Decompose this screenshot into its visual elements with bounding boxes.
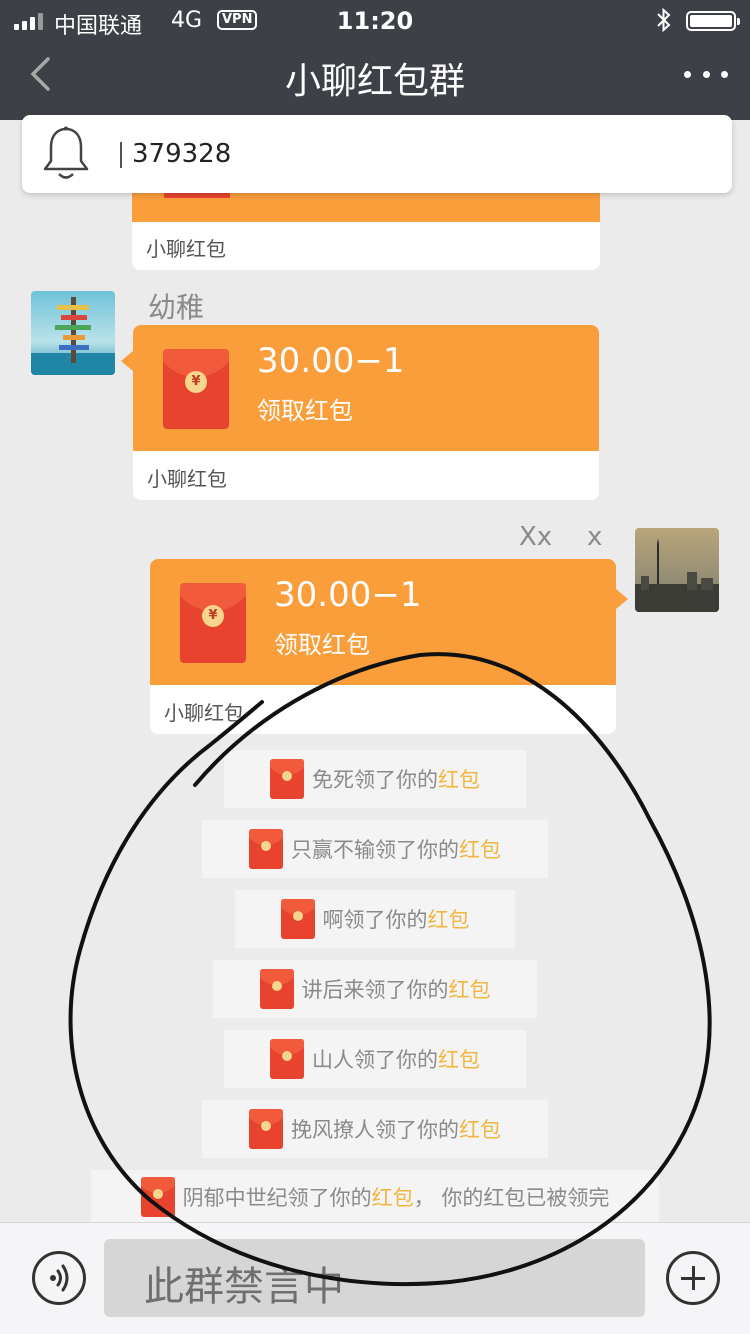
red-envelope-icon: ¥ (163, 349, 229, 429)
red-packet-amount: 30.00−1 (274, 575, 422, 615)
input-bar: 此群禁言中 (0, 1222, 750, 1334)
sender-name-suffix: x (587, 522, 603, 552)
avatar[interactable] (635, 528, 719, 612)
red-packet-link[interactable]: 红包 (438, 1044, 480, 1074)
red-packet-link[interactable]: 红包 (459, 834, 501, 864)
status-bar: 中国联通 4G VPN 11:20 (0, 0, 750, 40)
system-notice: 挽风撩人 领了你的 红包 (202, 1100, 548, 1158)
system-notice: 啊领了你的 红包 (235, 890, 515, 948)
muted-text: 此群禁言中 (144, 1264, 344, 1310)
red-packet-claim-label: 领取红包 (257, 397, 353, 425)
notice-separator (120, 142, 122, 168)
red-packet-footer: 小聊红包 (146, 237, 226, 261)
notice-bar[interactable]: 379328 (22, 115, 732, 193)
page-title: 小聊红包群 (284, 61, 465, 102)
red-packet-card[interactable]: ¥ 30.00−1 领取红包 小聊红包 (150, 559, 628, 734)
red-packet-link[interactable]: 红包 (449, 974, 491, 1004)
red-packet-link[interactable]: 红包 (459, 1114, 501, 1144)
sender-name: Xx (519, 522, 553, 552)
notice-text: 379328 (132, 139, 232, 169)
red-envelope-icon (270, 1039, 304, 1079)
plus-icon[interactable] (666, 1251, 720, 1305)
red-envelope-icon (140, 1177, 175, 1217)
red-envelope-icon (280, 899, 315, 939)
sender-name: 幼稚 (148, 291, 205, 324)
system-notice: 阴郁中世纪 领了你的 红包， 你的红包已被领完 (91, 1170, 659, 1222)
voice-icon (50, 1264, 69, 1292)
avatar-image (635, 528, 719, 612)
system-notice: 讲后来 领了你的 红包 (213, 960, 537, 1018)
status-time: 11:20 (336, 7, 414, 35)
red-packet-link[interactable]: 红包 (438, 764, 480, 794)
system-notice: 只赢不输 领了你的 红包 (202, 820, 548, 878)
red-envelope-icon (259, 969, 294, 1009)
battery-icon (686, 11, 740, 31)
red-packet-card[interactable]: ¥ 30.00−1 领取红包 小聊红包 (121, 325, 599, 500)
red-packet-footer: 小聊红包 (147, 467, 227, 491)
red-envelope-icon (270, 759, 304, 799)
more-dots-icon (684, 70, 691, 78)
red-packet-claim-label: 领取红包 (274, 631, 370, 659)
red-packet-link[interactable]: 红包 (372, 1182, 414, 1212)
red-envelope-icon (249, 829, 283, 869)
avatar[interactable] (31, 291, 115, 375)
voice-button[interactable] (32, 1251, 86, 1305)
system-notice: 山人 领了你的 红包 (224, 1030, 526, 1088)
red-packet-link[interactable]: 红包 (428, 904, 470, 934)
bell-icon (43, 126, 89, 179)
chat-area[interactable]: 小聊红包 幼稚 ¥ 30.00−1 领取红包 小聊红包 Xx x ¥ 30.00… (0, 120, 750, 1222)
red-packet-amount: 30.00−1 (257, 341, 405, 381)
bluetooth-icon (656, 7, 672, 39)
red-envelope-icon: ¥ (180, 583, 246, 663)
top-bar: 中国联通 4G VPN 11:20 小聊红包群 (0, 0, 750, 120)
muted-input: 此群禁言中 (104, 1239, 645, 1317)
red-packet-footer: 小聊红包 (164, 701, 244, 725)
system-notice: 免死 领了你的 红包 (224, 750, 526, 808)
red-envelope-icon (249, 1109, 283, 1149)
avatar-image (31, 291, 115, 375)
more-button[interactable] (684, 56, 728, 92)
